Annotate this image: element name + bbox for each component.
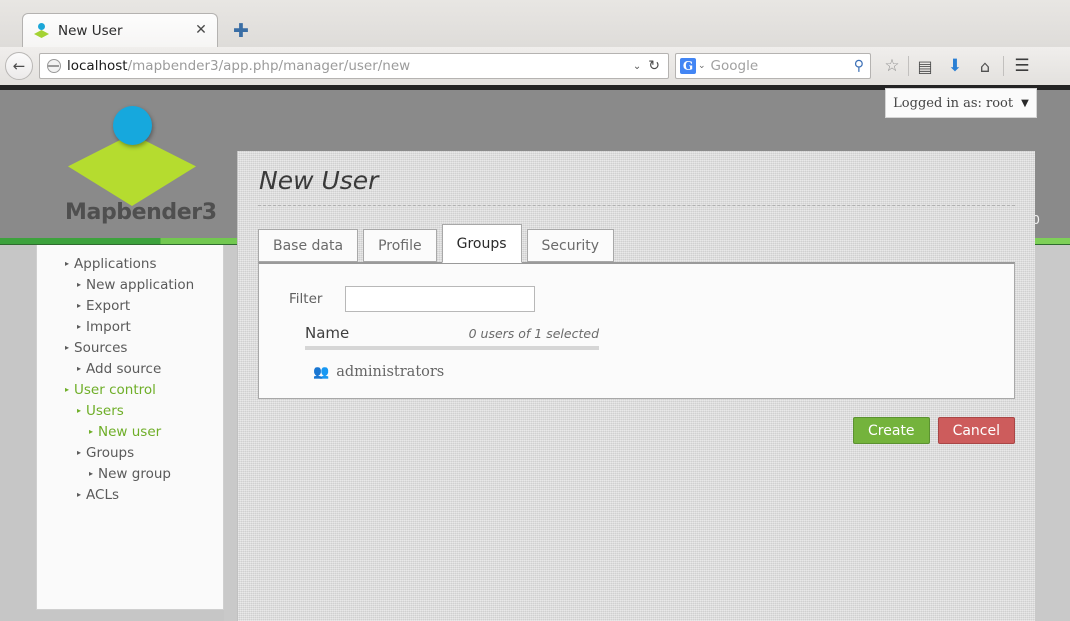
filter-label: Filter <box>289 291 323 307</box>
selection-count: 0 users of 1 selected <box>468 326 599 341</box>
sidebar-item-label: Export <box>86 297 131 314</box>
logo-circle-icon <box>113 106 152 145</box>
sidebar-item-label: Add source <box>86 360 162 377</box>
chevron-right-icon: ▸ <box>77 300 82 310</box>
mapbender-favicon-icon <box>33 22 50 39</box>
home-icon[interactable]: ⌂ <box>970 51 1000 81</box>
hamburger-menu-icon[interactable]: ☰ <box>1007 51 1037 81</box>
group-list: 👥 administrators <box>289 364 1014 380</box>
search-input[interactable]: Google <box>711 58 854 74</box>
chevron-right-icon: ▸ <box>77 279 82 289</box>
chevron-right-icon: ▸ <box>89 468 94 478</box>
search-icon[interactable]: ⚲ <box>854 58 866 74</box>
bookmark-star-icon[interactable]: ☆ <box>877 51 907 81</box>
page-title: New User <box>259 166 379 195</box>
google-icon[interactable]: G <box>680 58 696 74</box>
users-group-icon: 👥 <box>313 364 330 380</box>
sidebar-item-label: Applications <box>74 255 157 272</box>
filter-row: Filter <box>289 286 1014 312</box>
chevron-right-icon: ▸ <box>65 342 70 352</box>
logo-text: Mapbender3 <box>65 200 217 225</box>
logged-in-label: Logged in as: root <box>893 95 1014 111</box>
chevron-right-icon: ▸ <box>65 258 70 268</box>
page-content: Mapbender3 v. 3.0.4.0 Logged in as: root… <box>0 85 1070 621</box>
chevron-right-icon: ▸ <box>89 426 94 436</box>
sidebar-item-new-group[interactable]: ▸ New group <box>37 463 223 484</box>
form-tab-bar: Base data Profile Groups Security <box>258 224 1015 263</box>
cancel-button[interactable]: Cancel <box>937 417 1015 444</box>
url-bar[interactable]: localhost/mapbender3/app.php/manager/use… <box>39 53 669 79</box>
left-column: ▸ Applications ▸ New application ▸ Export ▸ Imp… <box>0 245 224 621</box>
chevron-down-icon: ▼ <box>1021 97 1029 109</box>
sidebar-item-acls[interactable]: ▸ ACLs <box>37 484 223 505</box>
browser-tab-title: New User <box>58 22 123 39</box>
logged-in-dropdown[interactable]: Logged in as: root ▼ <box>885 88 1037 118</box>
form-button-row: Create Cancel <box>258 417 1015 444</box>
sidebar-item-label: ACLs <box>86 486 119 503</box>
toolbar-divider <box>908 56 909 76</box>
sidebar-item-label: User control <box>74 381 156 398</box>
sidebar-item-label: Sources <box>74 339 128 356</box>
new-tab-button[interactable]: ✚ <box>230 21 252 43</box>
groups-form-card: Filter Name 0 users of 1 selected 👥 admin… <box>258 262 1015 399</box>
browser-tab[interactable]: New User ✕ <box>22 13 218 47</box>
group-name: administrators <box>336 364 445 380</box>
list-header-underline <box>305 346 599 350</box>
chevron-down-icon[interactable]: ⌄ <box>698 61 706 71</box>
sidebar-item-import[interactable]: ▸ Import <box>37 316 223 337</box>
url-host: localhost <box>67 58 128 74</box>
sidebar-item-add-source[interactable]: ▸ Add source <box>37 358 223 379</box>
close-icon[interactable]: ✕ <box>193 23 209 39</box>
chevron-right-icon: ▸ <box>77 489 82 499</box>
chevron-right-icon: ▸ <box>77 405 82 415</box>
globe-icon <box>47 59 61 73</box>
tab-profile[interactable]: Profile <box>363 229 437 262</box>
tab-base-data[interactable]: Base data <box>258 229 359 262</box>
sidebar-item-label: Users <box>86 402 124 419</box>
sidebar-item-new-application[interactable]: ▸ New application <box>37 274 223 295</box>
list-item[interactable]: 👥 administrators <box>313 364 1014 380</box>
sidebar-item-applications[interactable]: ▸ Applications <box>37 253 223 274</box>
sidebar-item-groups[interactable]: ▸ Groups <box>37 442 223 463</box>
reader-list-icon[interactable]: ▤ <box>910 51 940 81</box>
chevron-right-icon: ▸ <box>65 384 70 394</box>
sidebar-item-sources[interactable]: ▸ Sources <box>37 337 223 358</box>
url-path: /mapbender3/app.php/manager/user/new <box>127 58 411 74</box>
toolbar-divider-2 <box>1003 56 1004 76</box>
sidebar-item-label: New user <box>98 423 162 440</box>
browser-nav-toolbar: ← localhost/mapbender3/app.php/manager/u… <box>0 47 1070 85</box>
sidebar-item-label: Import <box>86 318 131 335</box>
chevron-right-icon: ▸ <box>77 321 82 331</box>
title-divider <box>258 205 1015 206</box>
tab-groups[interactable]: Groups <box>441 224 522 263</box>
browser-chrome: New User ✕ ✚ ← localhost/mapbender3/app.… <box>0 0 1070 85</box>
back-button[interactable]: ← <box>5 52 33 80</box>
sidebar-item-user-control[interactable]: ▸ User control <box>37 379 223 400</box>
column-header-name: Name <box>305 324 350 342</box>
reload-icon[interactable]: ↻ <box>648 58 664 74</box>
create-button[interactable]: Create <box>853 417 930 444</box>
tab-security[interactable]: Security <box>526 229 615 262</box>
chevron-down-icon[interactable]: ⌄ <box>626 61 648 72</box>
sidebar-item-export[interactable]: ▸ Export <box>37 295 223 316</box>
sidebar-item-label: New application <box>86 276 195 293</box>
sidebar-nav: ▸ Applications ▸ New application ▸ Export ▸ Imp… <box>36 245 224 610</box>
chevron-right-icon: ▸ <box>77 447 82 457</box>
url-text: localhost/mapbender3/app.php/manager/use… <box>67 58 410 74</box>
sidebar-item-users[interactable]: ▸ Users <box>37 400 223 421</box>
sidebar-item-label: Groups <box>86 444 135 461</box>
download-icon[interactable]: ⬇ <box>940 51 970 81</box>
list-header: Name 0 users of 1 selected <box>305 324 599 342</box>
sidebar-item-label: New group <box>98 465 171 482</box>
browser-tab-strip: New User ✕ ✚ <box>0 0 1070 47</box>
search-box[interactable]: G ⌄ Google ⚲ <box>675 53 871 79</box>
chevron-right-icon: ▸ <box>77 363 82 373</box>
filter-input[interactable] <box>345 286 535 312</box>
sidebar-item-new-user[interactable]: ▸ New user <box>37 421 223 442</box>
main-panel: New User Base data Profile Groups Security … <box>237 151 1035 621</box>
